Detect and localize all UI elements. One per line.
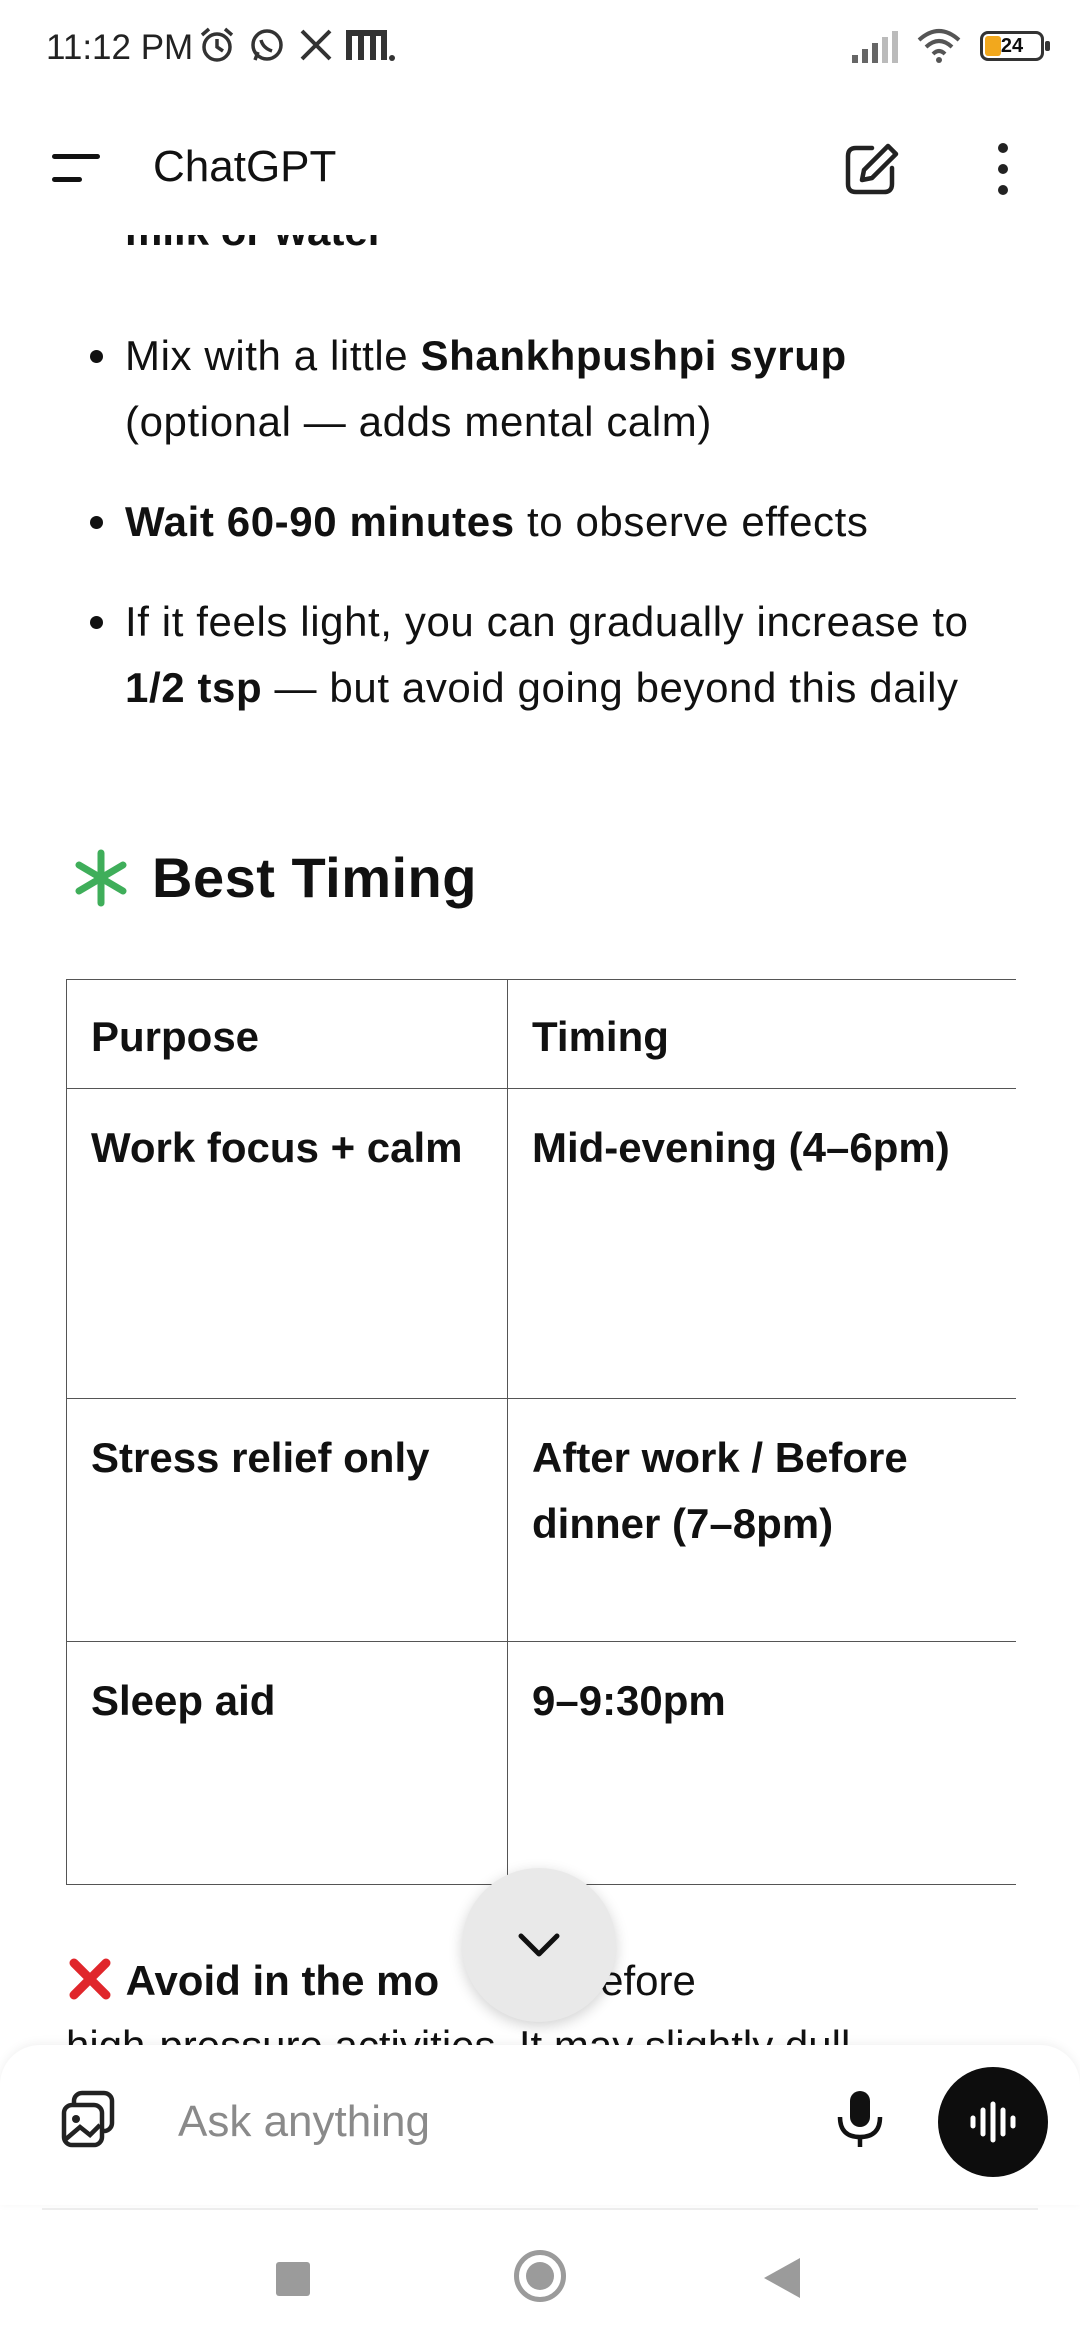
table-row: Work focus + calm Mid-evening (4–6pm) bbox=[66, 1088, 1016, 1399]
scroll-to-bottom-button[interactable] bbox=[462, 1868, 616, 2022]
bullet-list: Mix with a little Shankhpushpi syrup (op… bbox=[0, 323, 1080, 755]
new-chat-icon[interactable] bbox=[842, 140, 900, 198]
status-time: 11:12 PM bbox=[46, 28, 194, 67]
battery-icon: 24 bbox=[980, 31, 1050, 61]
table-row: Stress relief only After work / Before d… bbox=[66, 1398, 1016, 1642]
list-item: If it feels light, you can gradually inc… bbox=[0, 589, 1080, 721]
bullet-text: If it feels light, you can gradually inc… bbox=[125, 598, 969, 645]
status-bar: 11:12 PM 24 bbox=[0, 0, 1080, 100]
table-cell: Stress relief only bbox=[66, 1398, 508, 1642]
m-app-icon bbox=[346, 30, 395, 61]
chevron-down-icon bbox=[518, 1933, 560, 1957]
bullet-bold-text: Shankhpushpi syrup bbox=[420, 332, 847, 379]
battery-level: 24 bbox=[1000, 35, 1024, 57]
wifi-icon bbox=[917, 29, 961, 63]
list-item: Mix with a little Shankhpushpi syrup (op… bbox=[0, 323, 1080, 455]
microphone-icon[interactable] bbox=[834, 2087, 886, 2151]
table-cell: Work focus + calm bbox=[66, 1088, 508, 1399]
warning-line-2: high-pressure activities. It may slightl… bbox=[66, 2022, 850, 2045]
bullet-bold-text: 1/2 tsp bbox=[125, 664, 263, 711]
cross-mark-icon bbox=[69, 1958, 111, 2000]
timing-table: Purpose Timing Work focus + calm Mid-eve… bbox=[66, 979, 1016, 1885]
table-cell: 9–9:30pm bbox=[507, 1641, 1016, 1885]
table-header-cell: Timing bbox=[507, 979, 1016, 1089]
signal-icon bbox=[852, 31, 898, 63]
bullet-text: (optional — adds mental calm) bbox=[125, 398, 712, 445]
status-icons-right: 24 bbox=[850, 28, 1050, 64]
image-attach-icon[interactable] bbox=[56, 2087, 120, 2151]
menu-icon[interactable] bbox=[50, 150, 102, 186]
table-cell: Sleep aid bbox=[66, 1641, 508, 1885]
back-button[interactable] bbox=[764, 2258, 800, 2298]
table-header-row: Purpose Timing bbox=[66, 979, 1016, 1089]
table-header-cell: Purpose bbox=[66, 979, 508, 1089]
status-icons-left bbox=[198, 26, 396, 64]
table-cell: After work / Before dinner (7–8pm) bbox=[507, 1398, 1016, 1642]
warning-bold-text: Avoid in the mo bbox=[125, 1957, 440, 2004]
recents-button[interactable] bbox=[276, 2262, 310, 2296]
app-title: ChatGPT bbox=[153, 142, 337, 191]
asterisk-icon bbox=[75, 849, 127, 906]
section-title: Best Timing bbox=[152, 846, 477, 909]
app-header: ChatGPT bbox=[0, 100, 1080, 235]
bullet-bold-text: Wait 60-90 minutes bbox=[125, 498, 515, 545]
list-item: Wait 60-90 minutes to observe effects bbox=[0, 489, 1080, 555]
chat-content[interactable]: milk or water Mix with a little Shankhpu… bbox=[0, 235, 1080, 2045]
system-nav-bar bbox=[0, 2210, 1080, 2340]
cut-off-text: milk or water bbox=[125, 235, 384, 255]
whatsapp-icon bbox=[251, 29, 283, 61]
x-icon bbox=[300, 29, 332, 61]
table-row: Sleep aid 9–9:30pm bbox=[66, 1641, 1016, 1885]
bullet-text: Mix with a little bbox=[125, 332, 421, 379]
composer bbox=[0, 2045, 1080, 2205]
section-heading: Best Timing bbox=[70, 845, 477, 910]
voice-mode-button[interactable] bbox=[938, 2067, 1048, 2177]
bullet-text: to observe effects bbox=[514, 498, 869, 545]
table-cell: Mid-evening (4–6pm) bbox=[507, 1088, 1016, 1399]
more-icon[interactable] bbox=[988, 140, 1018, 198]
alarm-icon bbox=[200, 27, 234, 62]
bullet-text: — but avoid going beyond this daily bbox=[262, 664, 959, 711]
home-button[interactable] bbox=[514, 2250, 566, 2302]
waveform-icon bbox=[970, 2101, 1016, 2143]
ask-input[interactable] bbox=[176, 2085, 800, 2159]
